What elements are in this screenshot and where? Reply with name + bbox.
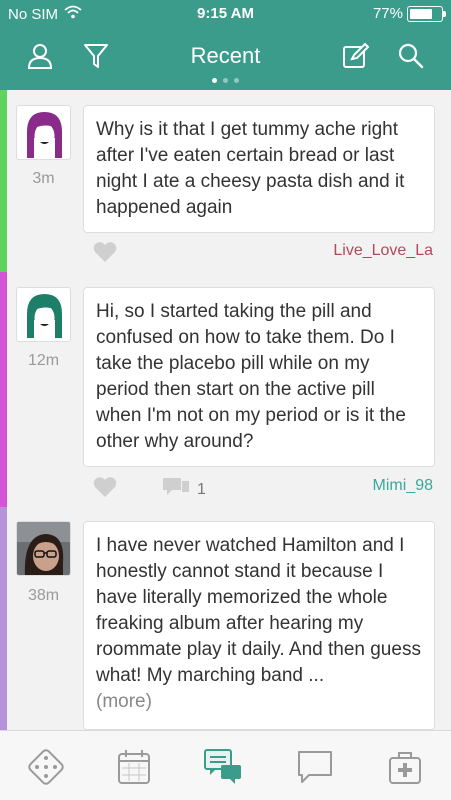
compose-icon[interactable] <box>342 42 370 70</box>
post-age: 12m <box>27 352 60 369</box>
photo-avatar-icon[interactable] <box>16 521 71 576</box>
tab-bar <box>0 730 451 800</box>
post-author[interactable]: Mimi_98 <box>373 477 433 495</box>
page-title: Recent <box>190 43 261 68</box>
page-dot <box>234 78 239 83</box>
chat-bubbles-icon[interactable] <box>203 747 243 787</box>
post-age: 3m <box>32 170 55 187</box>
message-icon[interactable] <box>295 747 335 787</box>
search-icon[interactable] <box>397 42 425 70</box>
page-indicator <box>0 78 451 83</box>
more-link[interactable]: (more) <box>96 691 152 712</box>
post-stripe <box>0 507 7 730</box>
post-item: 38m I have never watched Hamilton and I … <box>0 507 451 730</box>
post-actions: Live_Love_La <box>83 237 435 267</box>
post-text[interactable]: Why is it that I get tummy ache right af… <box>83 105 435 233</box>
green-hair-avatar-icon[interactable] <box>16 287 71 342</box>
nav-bar: Recent <box>0 28 451 84</box>
page-dot <box>212 78 217 83</box>
post-text[interactable]: I have never watched Hamilton and I hone… <box>83 521 435 730</box>
battery-icon <box>407 5 446 22</box>
page-dot <box>223 78 228 83</box>
battery-percent: 77% <box>372 5 403 22</box>
purple-hair-avatar-icon[interactable] <box>16 105 71 160</box>
status-bar: No SIM 9:15 AM 77% <box>0 0 451 28</box>
comment-icon <box>163 478 189 501</box>
calendar-icon[interactable] <box>114 747 154 787</box>
post-body: Why is it that I get tummy ache right af… <box>96 119 405 218</box>
heart-icon[interactable] <box>93 476 117 498</box>
post-text[interactable]: Hi, so I started taking the pill and con… <box>83 287 435 467</box>
dice-icon[interactable] <box>26 747 66 787</box>
heart-icon[interactable] <box>93 241 117 263</box>
post-age: 38m <box>27 587 60 604</box>
post-body: I have never watched Hamilton and I hone… <box>96 535 421 686</box>
post-feed[interactable]: 3m Why is it that I get tummy ache right… <box>0 90 451 730</box>
first-aid-kit-icon[interactable] <box>385 747 425 787</box>
post-stripe <box>0 90 7 272</box>
status-right: 77% <box>372 5 446 22</box>
post-author[interactable]: Live_Love_La <box>333 242 433 260</box>
comment-count: 1 <box>197 480 206 498</box>
post-item: 3m Why is it that I get tummy ache right… <box>0 90 451 272</box>
post-body: Hi, so I started taking the pill and con… <box>96 301 406 452</box>
comment-button[interactable]: 1 <box>163 478 206 501</box>
post-actions: 1 Mimi_98 <box>83 472 435 502</box>
post-stripe <box>0 272 7 507</box>
app-header: No SIM 9:15 AM 77% Recent <box>0 0 451 90</box>
post-item: 12m Hi, so I started taking the pill and… <box>0 272 451 507</box>
